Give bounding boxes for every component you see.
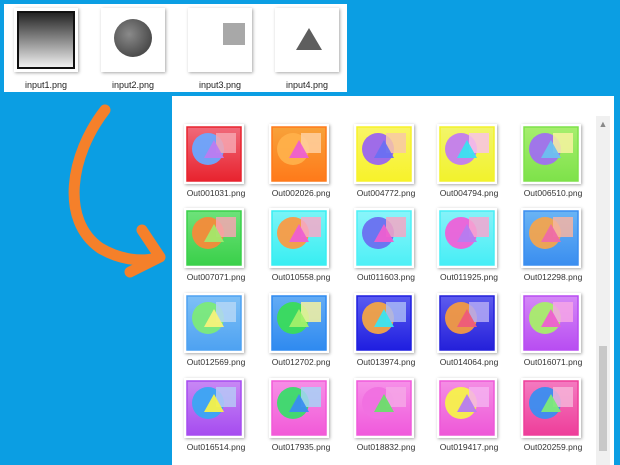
output-file-item[interactable]: Out011925.png [431,206,507,291]
output-image-thumbnail [184,378,244,438]
output-image-thumbnail [521,208,581,268]
output-file-label: Out016071.png [523,357,583,367]
output-file-item[interactable]: Out010558.png [263,206,339,291]
output-image-thumbnail [184,293,244,353]
output-file-label: Out002026.png [271,188,331,198]
output-file-item[interactable]: Out011603.png [348,206,424,291]
output-file-label: Out006510.png [523,188,583,198]
output-file-item[interactable]: Out012569.png [178,291,254,376]
output-file-grid: Out001031.png Out002026.png Out004772.png O… [172,96,596,465]
output-file-label: Out019417.png [439,442,499,452]
output-file-item[interactable]: Out012298.png [515,206,591,291]
output-file-label: Out017935.png [271,442,331,452]
input-file-2[interactable]: input2.png [95,6,175,92]
output-file-item[interactable]: Out002026.png [263,122,339,207]
vertical-scrollbar[interactable]: ▲ [596,116,610,465]
output-files-panel: Out001031.png Out002026.png Out004772.png O… [172,96,614,465]
output-file-item[interactable]: Out018832.png [348,376,424,461]
output-image-thumbnail [269,208,329,268]
output-image-thumbnail [354,378,414,438]
output-file-item[interactable]: Out012702.png [263,291,339,376]
arrow-icon [68,104,166,278]
input-file-4[interactable]: input4.png [269,6,349,92]
output-file-label: Out004772.png [356,188,416,198]
output-file-item[interactable]: Out017935.png [263,376,339,461]
output-image-thumbnail [269,293,329,353]
gradient-square-icon [14,8,78,72]
output-file-label: Out007071.png [186,272,246,282]
panel-header-strip [172,96,596,110]
output-file-item[interactable]: Out016071.png [515,291,591,376]
input-file-label: input3.png [198,80,242,90]
input-file-label: input2.png [111,80,155,90]
output-file-item[interactable]: Out020259.png [515,376,591,461]
output-file-label: Out011925.png [440,272,498,282]
gray-circle-icon [101,8,165,72]
output-file-item[interactable]: Out013974.png [348,291,424,376]
output-file-label: Out012569.png [186,357,246,367]
input-file-1[interactable]: input1.png [8,6,88,92]
chevron-up-icon[interactable]: ▲ [596,118,610,130]
output-file-label: Out012298.png [523,272,583,282]
output-image-thumbnail [354,124,414,184]
gray-square-icon [188,8,252,72]
output-image-thumbnail [437,293,497,353]
input-file-label: input1.png [24,80,68,90]
input-file-3[interactable]: input3.png [182,6,262,92]
output-file-label: Out001031.png [186,188,246,198]
output-image-thumbnail [521,124,581,184]
output-file-item[interactable]: Out019417.png [431,376,507,461]
output-image-thumbnail [521,293,581,353]
output-file-item[interactable]: Out001031.png [178,122,254,207]
output-file-label: Out018832.png [356,442,416,452]
output-image-thumbnail [437,208,497,268]
output-image-thumbnail [269,124,329,184]
output-file-item[interactable]: Out004794.png [431,122,507,207]
output-image-thumbnail [184,208,244,268]
output-file-item[interactable]: Out007071.png [178,206,254,291]
output-file-label: Out011603.png [357,272,415,282]
output-file-item[interactable]: Out014064.png [431,291,507,376]
output-file-item[interactable]: Out016514.png [178,376,254,461]
input-file-label: input4.png [285,80,329,90]
output-file-label: Out013974.png [356,357,416,367]
output-file-label: Out012702.png [271,357,331,367]
output-image-thumbnail [354,293,414,353]
output-file-item[interactable]: Out004772.png [348,122,424,207]
output-image-thumbnail [437,378,497,438]
output-image-thumbnail [437,124,497,184]
output-file-label: Out010558.png [271,272,331,282]
output-file-label: Out014064.png [439,357,499,367]
output-image-thumbnail [521,378,581,438]
input-files-panel: input1.png input2.png input3.png input4.… [4,4,347,92]
output-file-label: Out004794.png [439,188,499,198]
output-file-label: Out020259.png [523,442,583,452]
scrollbar-thumb[interactable] [599,346,607,451]
output-image-thumbnail [184,124,244,184]
output-image-thumbnail [269,378,329,438]
output-file-label: Out016514.png [186,442,246,452]
output-image-thumbnail [354,208,414,268]
gray-triangle-icon [275,8,339,72]
output-file-item[interactable]: Out006510.png [515,122,591,207]
